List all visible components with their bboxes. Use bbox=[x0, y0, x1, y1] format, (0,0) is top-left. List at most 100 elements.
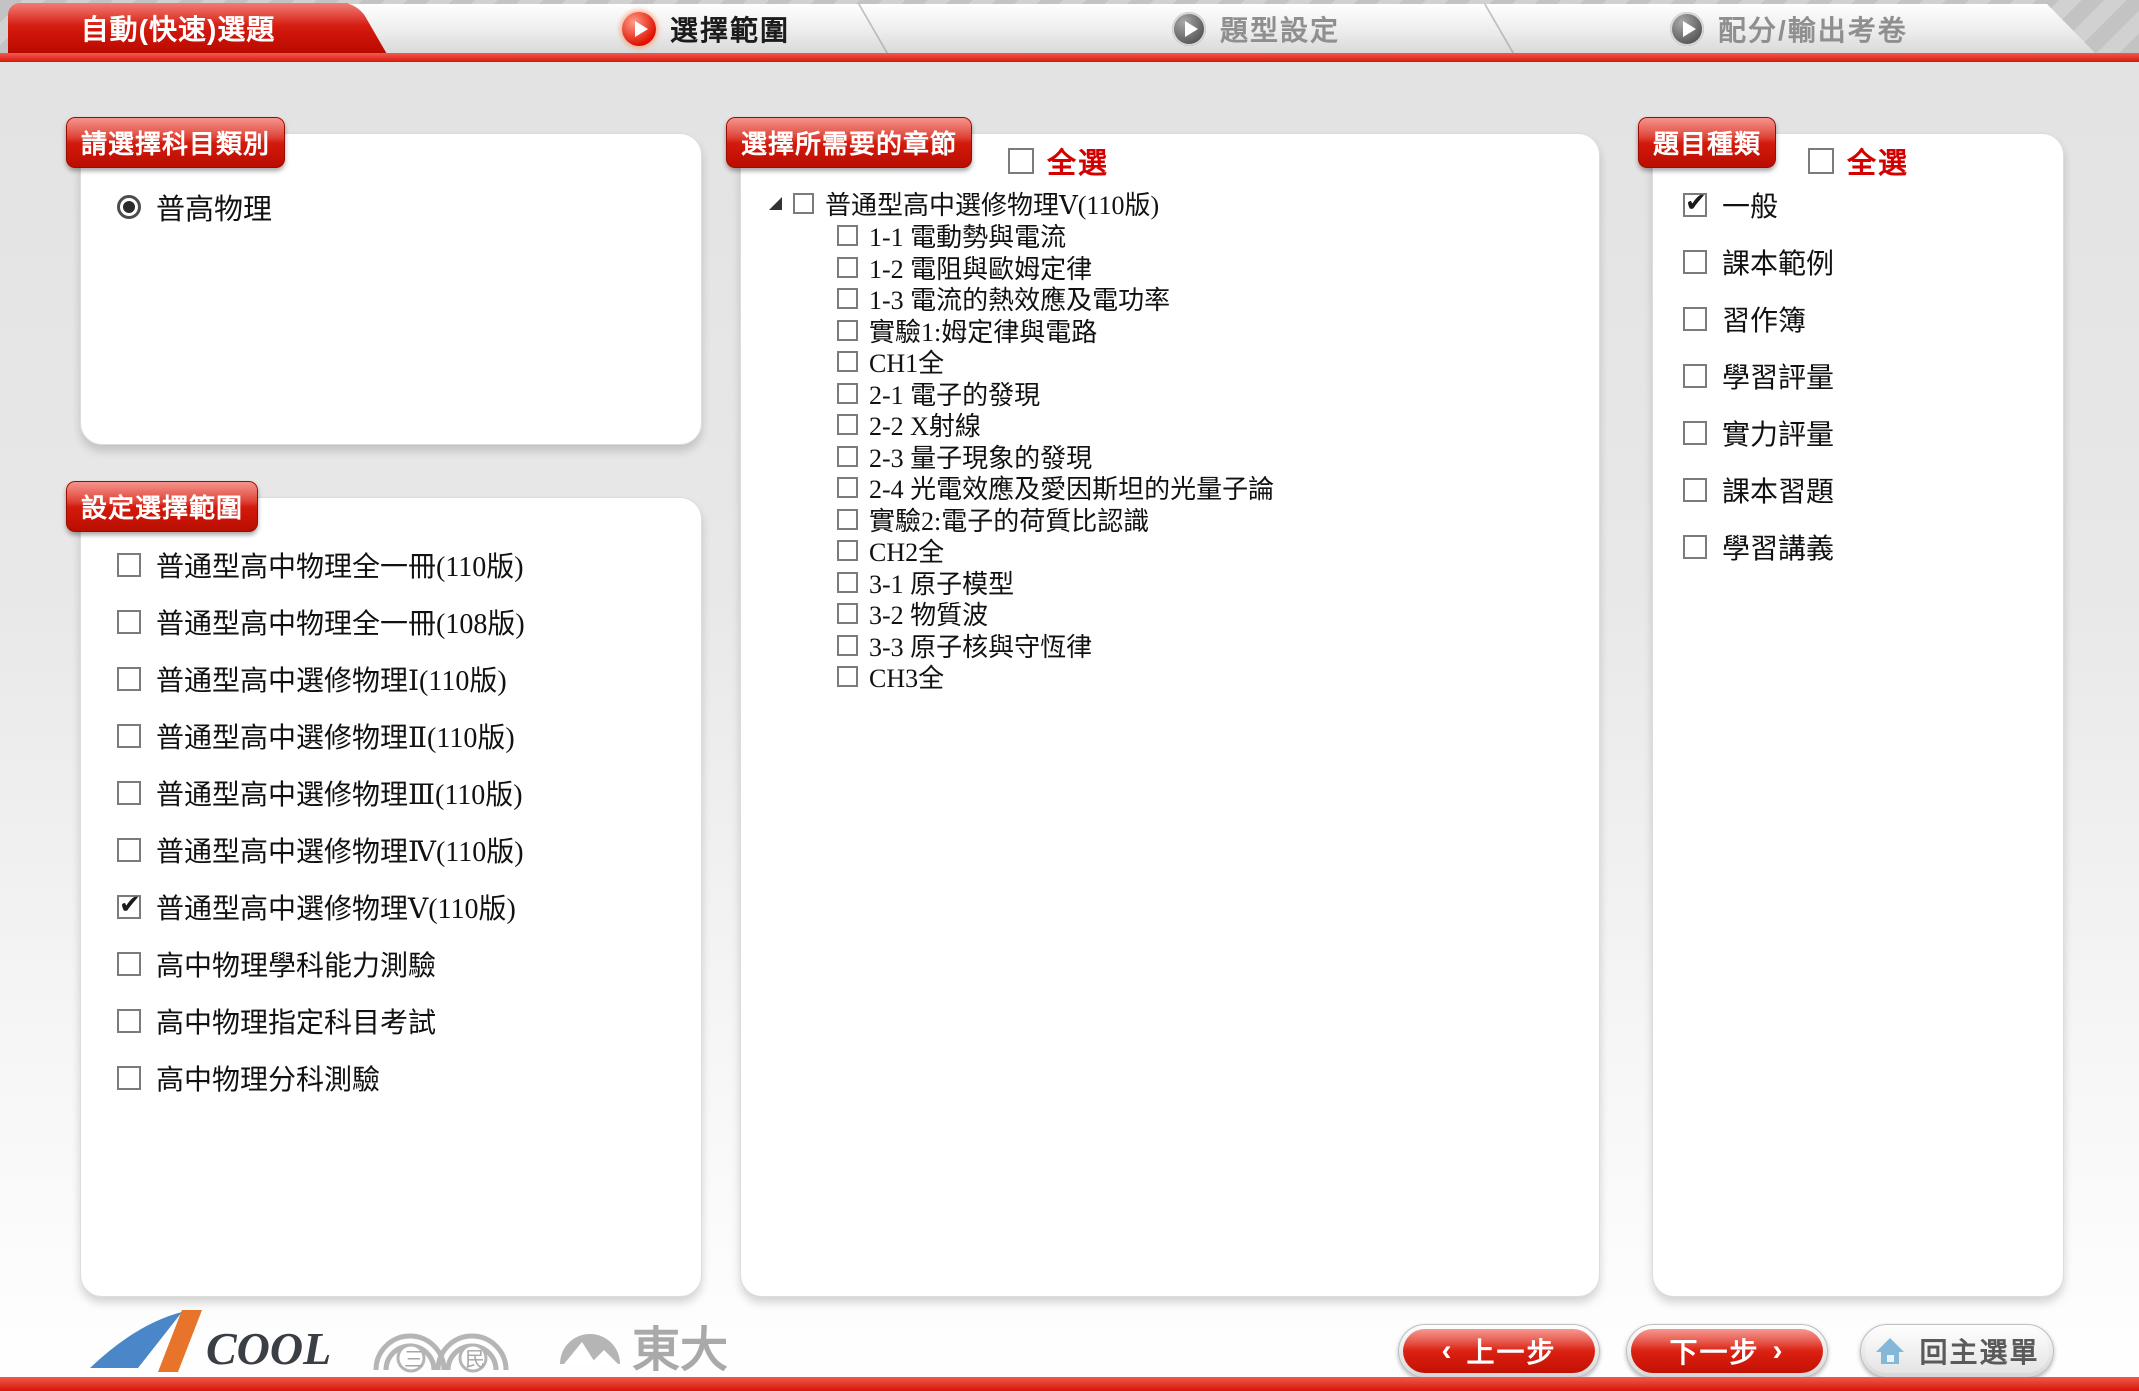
prev-step-button[interactable]: ‹ 上一步 bbox=[1398, 1324, 1600, 1378]
checkbox[interactable] bbox=[1683, 307, 1707, 331]
range-checkbox-row[interactable]: 高中物理分科測驗 bbox=[117, 1049, 525, 1106]
type-checkbox-row[interactable]: 實力評量 bbox=[1683, 404, 1834, 461]
home-menu-button[interactable]: 回主選單 bbox=[1860, 1324, 2054, 1378]
checkbox-label[interactable]: 實力評量 bbox=[1722, 413, 1834, 453]
checkbox[interactable] bbox=[1683, 535, 1707, 559]
chapter-tree-row[interactable]: 3-2 物質波 bbox=[837, 598, 1581, 630]
chapter-tree-row[interactable]: 1-3 電流的熱效應及電功率 bbox=[837, 283, 1581, 315]
chapter-tree-row[interactable]: CH2全 bbox=[837, 535, 1581, 567]
checkbox-label[interactable]: 普通型高中物理全一冊(110版) bbox=[156, 545, 524, 585]
tab-select-range[interactable]: 選擇範圍 bbox=[622, 4, 790, 53]
tree-root-label[interactable]: 普通型高中選修物理Ⅴ(110版) bbox=[825, 185, 1159, 222]
type-checkbox-row[interactable]: 學習講義 bbox=[1683, 518, 1834, 575]
checkbox[interactable] bbox=[837, 383, 858, 404]
chapter-tree-row[interactable]: 2-1 電子的發現 bbox=[837, 378, 1581, 410]
range-checkbox-row[interactable]: 高中物理指定科目考試 bbox=[117, 992, 525, 1049]
checkbox-label[interactable]: 學習講義 bbox=[1722, 527, 1834, 567]
checkbox[interactable] bbox=[117, 1066, 141, 1090]
type-checkbox-row[interactable]: 學習評量 bbox=[1683, 347, 1834, 404]
checkbox[interactable] bbox=[117, 667, 141, 691]
checkbox[interactable] bbox=[837, 477, 858, 498]
range-checkbox-row[interactable]: 普通型高中選修物理Ⅱ(110版) bbox=[117, 707, 525, 764]
checkbox-label[interactable]: 高中物理分科測驗 bbox=[156, 1058, 380, 1098]
checkbox-label[interactable]: 普通型高中物理全一冊(108版) bbox=[156, 602, 525, 642]
checkbox-label[interactable]: 學習評量 bbox=[1722, 356, 1834, 396]
chapter-tree-root-row[interactable]: 普通型高中選修物理Ⅴ(110版) bbox=[769, 186, 1581, 220]
checkbox[interactable] bbox=[117, 781, 141, 805]
checkbox[interactable] bbox=[837, 603, 858, 624]
checkbox[interactable] bbox=[1683, 364, 1707, 388]
range-checkbox-row[interactable]: 普通型高中物理全一冊(110版) bbox=[117, 536, 525, 593]
checkbox-label[interactable]: 普通型高中選修物理Ⅴ(110版) bbox=[156, 887, 516, 927]
tab-auto-quick-select[interactable]: 自動(快速)選題 bbox=[8, 3, 348, 53]
checkbox-label[interactable]: 普通型高中選修物理Ⅲ(110版) bbox=[156, 773, 523, 813]
type-checkbox-row[interactable]: 習作簿 bbox=[1683, 290, 1834, 347]
checkbox[interactable] bbox=[837, 320, 858, 341]
type-select-all[interactable]: 全選 bbox=[1808, 140, 1909, 182]
range-checkbox-row[interactable]: 普通型高中選修物理Ⅰ(110版) bbox=[117, 650, 525, 707]
checkbox[interactable] bbox=[837, 288, 858, 309]
tree-expand-icon[interactable] bbox=[769, 197, 782, 210]
chapter-tree-row[interactable]: 3-1 原子模型 bbox=[837, 567, 1581, 599]
radio-button[interactable] bbox=[117, 195, 141, 219]
checkbox-label[interactable]: 普通型高中選修物理Ⅱ(110版) bbox=[156, 716, 515, 756]
select-all-label[interactable]: 全選 bbox=[1847, 140, 1909, 182]
checkbox[interactable] bbox=[837, 666, 858, 687]
checkbox[interactable] bbox=[1808, 148, 1834, 174]
checkbox[interactable] bbox=[117, 895, 141, 919]
checkbox[interactable] bbox=[837, 509, 858, 530]
checkbox-label[interactable]: 課本習題 bbox=[1722, 470, 1834, 510]
checkbox[interactable] bbox=[1683, 478, 1707, 502]
checkbox[interactable] bbox=[117, 1009, 141, 1033]
select-all-label[interactable]: 全選 bbox=[1047, 140, 1109, 182]
chapter-tree-row[interactable]: 實驗1:姆定律與電路 bbox=[837, 315, 1581, 347]
checkbox[interactable] bbox=[117, 553, 141, 577]
chapter-tree-row[interactable]: 2-4 光電效應及愛因斯坦的光量子論 bbox=[837, 472, 1581, 504]
type-checkbox-row[interactable]: 課本範例 bbox=[1683, 233, 1834, 290]
checkbox[interactable] bbox=[1008, 148, 1034, 174]
checkbox[interactable] bbox=[1683, 193, 1707, 217]
chapter-tree-row[interactable]: 1-2 電阻與歐姆定律 bbox=[837, 252, 1581, 284]
checkbox[interactable] bbox=[837, 257, 858, 278]
next-step-button[interactable]: 下一步 › bbox=[1626, 1324, 1828, 1378]
chapter-tree-row[interactable]: CH3全 bbox=[837, 661, 1581, 693]
chapter-tree-row[interactable]: 1-1 電動勢與電流 bbox=[837, 220, 1581, 252]
checkbox-label[interactable]: 習作簿 bbox=[1722, 299, 1806, 339]
checkbox[interactable] bbox=[793, 193, 814, 214]
chapter-select-all[interactable]: 全選 bbox=[1008, 140, 1109, 182]
checkbox[interactable] bbox=[1683, 250, 1707, 274]
checkbox[interactable] bbox=[117, 724, 141, 748]
checkbox-label[interactable]: 高中物理學科能力測驗 bbox=[156, 944, 436, 984]
checkbox[interactable] bbox=[837, 351, 858, 372]
range-checkbox-row[interactable]: 普通型高中物理全一冊(108版) bbox=[117, 593, 525, 650]
checkbox[interactable] bbox=[117, 610, 141, 634]
checkbox[interactable] bbox=[1683, 421, 1707, 445]
radio-label[interactable]: 普高物理 bbox=[156, 186, 272, 228]
checkbox[interactable] bbox=[837, 540, 858, 561]
checkbox-label[interactable]: 高中物理指定科目考試 bbox=[156, 1001, 436, 1041]
tree-item-label[interactable]: CH3全 bbox=[869, 658, 944, 695]
range-checkbox-row[interactable]: 普通型高中選修物理Ⅴ(110版) bbox=[117, 878, 525, 935]
type-checkbox-row[interactable]: 課本習題 bbox=[1683, 461, 1834, 518]
checkbox-label[interactable]: 課本範例 bbox=[1722, 242, 1834, 282]
chapter-tree-row[interactable]: 實驗2:電子的荷質比認識 bbox=[837, 504, 1581, 536]
chapter-tree-row[interactable]: 2-2 X射線 bbox=[837, 409, 1581, 441]
range-checkbox-row[interactable]: 普通型高中選修物理Ⅲ(110版) bbox=[117, 764, 525, 821]
checkbox-label[interactable]: 一般 bbox=[1722, 185, 1778, 225]
checkbox[interactable] bbox=[837, 414, 858, 435]
checkbox[interactable] bbox=[837, 572, 858, 593]
checkbox-label[interactable]: 普通型高中選修物理Ⅰ(110版) bbox=[156, 659, 507, 699]
checkbox-label[interactable]: 普通型高中選修物理Ⅳ(110版) bbox=[156, 830, 524, 870]
checkbox[interactable] bbox=[837, 225, 858, 246]
checkbox[interactable] bbox=[837, 446, 858, 467]
checkbox[interactable] bbox=[117, 952, 141, 976]
checkbox[interactable] bbox=[117, 838, 141, 862]
range-checkbox-row[interactable]: 高中物理學科能力測驗 bbox=[117, 935, 525, 992]
checkbox[interactable] bbox=[837, 635, 858, 656]
subject-radio-row[interactable]: 普高物理 bbox=[117, 178, 272, 235]
chapter-tree-row[interactable]: CH1全 bbox=[837, 346, 1581, 378]
range-checkbox-row[interactable]: 普通型高中選修物理Ⅳ(110版) bbox=[117, 821, 525, 878]
chapter-tree-row[interactable]: 2-3 量子現象的發現 bbox=[837, 441, 1581, 473]
type-checkbox-row[interactable]: 一般 bbox=[1683, 176, 1834, 233]
chapter-tree-row[interactable]: 3-3 原子核與守恆律 bbox=[837, 630, 1581, 662]
